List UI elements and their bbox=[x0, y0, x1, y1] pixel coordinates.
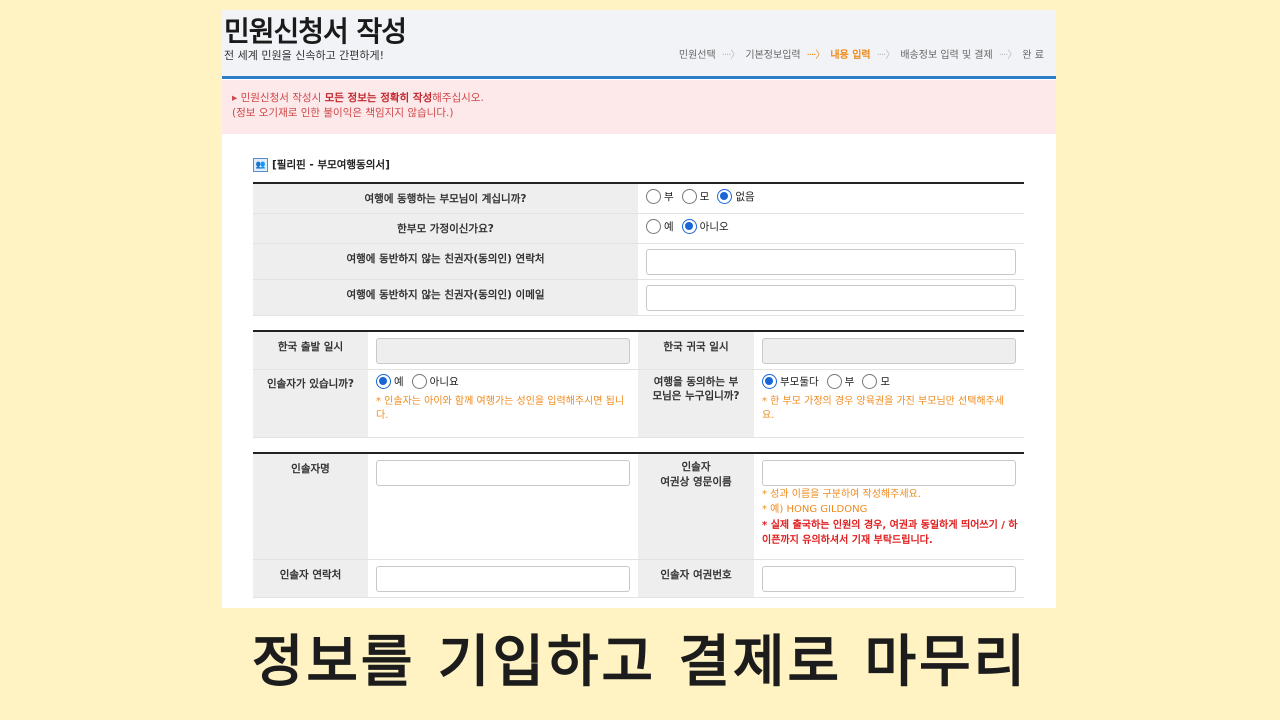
step-basic-info: 기본정보입력 bbox=[745, 50, 801, 61]
radio-mother[interactable]: 모 bbox=[681, 189, 709, 204]
escort-english-name-input[interactable] bbox=[762, 460, 1016, 486]
page-title: 민원신청서 작성 bbox=[224, 15, 407, 48]
travel-date-table: 한국 출발 일시 한국 귀국 일시 인솔자가 있습니까? 예 아니요 * 인솔자… bbox=[253, 330, 1024, 438]
departure-date-input[interactable] bbox=[376, 338, 630, 364]
header-divider bbox=[222, 76, 1056, 79]
english-name-note-2: * 예) HONG GILDONG bbox=[762, 504, 868, 515]
single-parent-radio-group: 예 아니오 bbox=[646, 219, 1024, 234]
radio-escort-no[interactable]: 아니요 bbox=[411, 374, 459, 389]
chevron-right-icon: ····〉 bbox=[998, 50, 1018, 61]
section-title: 👥 [필리핀 - 부모여행동의서] bbox=[253, 157, 390, 172]
page-subtitle: 전 세계 민원을 신속하고 간편하게! bbox=[224, 49, 385, 62]
step-content-input: 내용 입력 bbox=[830, 50, 871, 61]
people-icon: 👥 bbox=[253, 157, 268, 172]
escort-phone-label: 인솔자 연락처 bbox=[253, 560, 368, 597]
parent-info-table: 여행에 동행하는 부모님이 계십니까? 부 모 없음 한부모 가정이신가요? 예… bbox=[253, 182, 1024, 316]
escort-name-label: 인솔자명 bbox=[253, 454, 368, 559]
radio-father[interactable]: 부 bbox=[646, 189, 674, 204]
guardian-email-label: 여행에 동반하지 않는 친권자(동의인) 이메일 bbox=[253, 280, 638, 315]
radio-no[interactable]: 아니오 bbox=[681, 219, 729, 234]
departure-date-label: 한국 출발 일시 bbox=[253, 332, 368, 369]
escort-question-label: 인솔자가 있습니까? bbox=[253, 370, 368, 437]
consent-parent-radio-group: 부모둘다 부 모 bbox=[762, 374, 1016, 389]
notice-line-1: ▸ 민원신청서 작성시 모든 정보는 정확히 작성해주십시오. bbox=[232, 92, 484, 104]
radio-both-parents[interactable]: 부모둘다 bbox=[762, 374, 819, 389]
return-date-label: 한국 귀국 일시 bbox=[638, 332, 754, 369]
consent-note: * 한 부모 가정의 경우 양육권을 가진 부모님만 선택해주세요. bbox=[762, 396, 1005, 421]
english-name-note-1: * 성과 이름을 구분하여 작성해주세요. bbox=[762, 489, 921, 500]
radio-consent-mother[interactable]: 모 bbox=[862, 374, 890, 389]
step-shipping-payment: 배송정보 입력 및 결제 bbox=[900, 50, 993, 61]
escort-passport-input[interactable] bbox=[762, 566, 1016, 592]
table-row: 여행에 동반하지 않는 친권자(동의인) 이메일 bbox=[253, 280, 1024, 316]
chevron-right-icon: ····〉 bbox=[806, 50, 826, 61]
parent-accompany-radio-group: 부 모 없음 bbox=[646, 189, 1024, 204]
radio-consent-father[interactable]: 부 bbox=[826, 374, 854, 389]
guardian-email-input[interactable] bbox=[646, 285, 1016, 311]
chevron-right-icon: ····〉 bbox=[721, 50, 741, 61]
form-screenshot-panel: 민원신청서 작성 전 세계 민원을 신속하고 간편하게! 민원선택 ····〉 … bbox=[222, 10, 1056, 608]
escort-radio-group: 예 아니요 bbox=[376, 374, 630, 389]
radio-none[interactable]: 없음 bbox=[717, 189, 755, 204]
table-row: 인솔자 연락처 인솔자 여권번호 bbox=[253, 560, 1024, 598]
guardian-phone-input[interactable] bbox=[646, 249, 1016, 275]
single-parent-label: 한부모 가정이신가요? bbox=[253, 214, 638, 243]
step-complete: 완 료 bbox=[1022, 50, 1044, 61]
escort-info-table: 인솔자명 인솔자 여권상 영문이름 * 성과 이름을 구분하여 작성해주세요. … bbox=[253, 452, 1024, 598]
progress-steps: 민원선택 ····〉 기본정보입력 ····〉 내용 입력 ····〉 배송정보… bbox=[679, 46, 1044, 61]
escort-english-name-label: 인솔자 여권상 영문이름 bbox=[638, 454, 754, 559]
page-header: 민원신청서 작성 전 세계 민원을 신속하고 간편하게! 민원선택 ····〉 … bbox=[222, 10, 1056, 76]
table-row: 한부모 가정이신가요? 예 아니오 bbox=[253, 214, 1024, 244]
notice-line-2: (정보 오기재로 인한 불이익은 책임지지 않습니다.) bbox=[232, 107, 454, 119]
parent-accompany-label: 여행에 동행하는 부모님이 계십니까? bbox=[253, 184, 638, 213]
table-row: 인솔자가 있습니까? 예 아니요 * 인솔자는 아이와 함께 여행가는 성인을 … bbox=[253, 370, 1024, 438]
escort-note: * 인솔자는 아이와 함께 여행가는 성인을 입력해주시면 됩니다. bbox=[376, 396, 625, 421]
return-date-input[interactable] bbox=[762, 338, 1016, 364]
chevron-right-icon: ····〉 bbox=[876, 50, 896, 61]
escort-name-input[interactable] bbox=[376, 460, 630, 486]
radio-yes[interactable]: 예 bbox=[646, 219, 674, 234]
radio-escort-yes[interactable]: 예 bbox=[376, 374, 404, 389]
consent-parent-label: 여행을 동의하는 부모님은 누구입니까? bbox=[638, 370, 754, 437]
notice-box: ▸ 민원신청서 작성시 모든 정보는 정확히 작성해주십시오. (정보 오기재로… bbox=[222, 80, 1056, 134]
escort-phone-input[interactable] bbox=[376, 566, 630, 592]
table-row: 여행에 동행하는 부모님이 계십니까? 부 모 없음 bbox=[253, 184, 1024, 214]
step-select: 민원선택 bbox=[678, 50, 716, 61]
table-row: 여행에 동반하지 않는 친권자(동의인) 연락처 bbox=[253, 244, 1024, 280]
table-row: 한국 출발 일시 한국 귀국 일시 bbox=[253, 332, 1024, 370]
english-name-note-3: * 실제 출국하는 인원의 경우, 여권과 동일하게 띄어쓰기 / 하이픈까지 … bbox=[762, 520, 1018, 546]
escort-passport-label: 인솔자 여권번호 bbox=[638, 560, 754, 597]
table-row: 인솔자명 인솔자 여권상 영문이름 * 성과 이름을 구분하여 작성해주세요. … bbox=[253, 454, 1024, 560]
section-title-text: [필리핀 - 부모여행동의서] bbox=[272, 159, 390, 171]
guardian-phone-label: 여행에 동반하지 않는 친권자(동의인) 연락처 bbox=[253, 244, 638, 279]
caption-text: 정보를 기입하고 결제로 마무리 bbox=[251, 630, 1029, 695]
